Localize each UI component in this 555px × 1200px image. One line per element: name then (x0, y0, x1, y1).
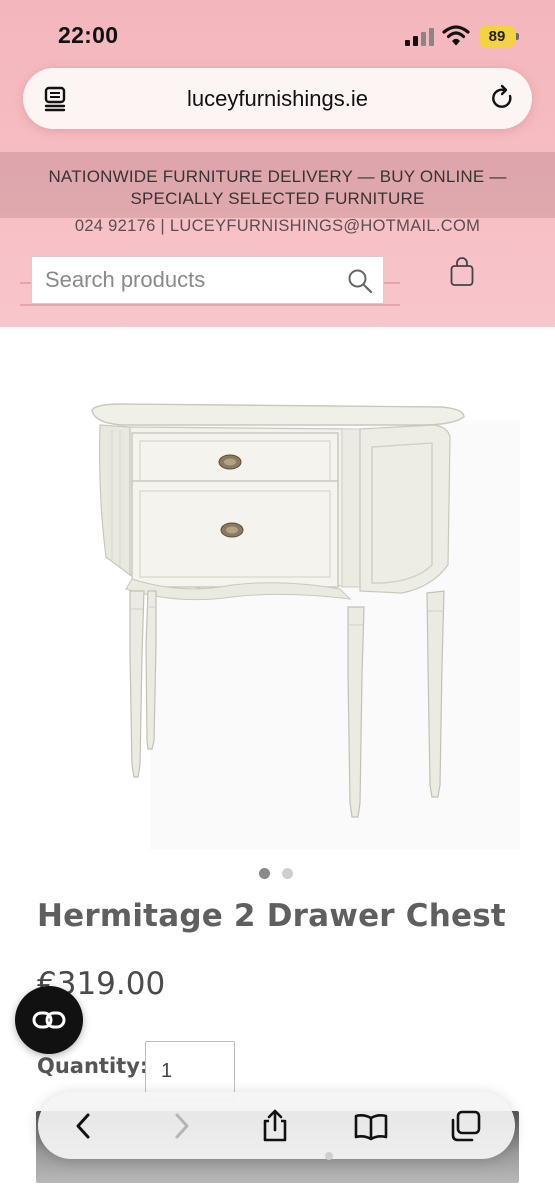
reader-icon[interactable] (43, 85, 69, 113)
carousel-dot-active[interactable] (259, 868, 270, 879)
wifi-icon (442, 25, 470, 46)
search-icon[interactable] (347, 268, 373, 294)
shopping-bag-icon[interactable] (449, 257, 475, 287)
carousel-dot[interactable] (282, 868, 293, 879)
status-time: 22:00 (58, 22, 119, 48)
battery-indicator: 89 (479, 26, 515, 47)
tabs-icon[interactable] (448, 1108, 484, 1144)
contact-info[interactable]: 024 92176 | LUCEYFURNISHINGS@HOTMAIL.COM (0, 217, 555, 236)
forward-icon[interactable] (163, 1108, 199, 1144)
battery-cap (516, 33, 519, 40)
reload-icon[interactable] (490, 84, 516, 112)
link-icon (32, 1011, 66, 1029)
image-carousel-dots (259, 868, 299, 880)
back-icon[interactable] (66, 1108, 102, 1144)
browser-toolbar (38, 1092, 515, 1159)
product-title: Hermitage 2 Drawer Chest (37, 898, 506, 934)
status-bar: 22:00 89 (0, 0, 555, 70)
quantity-label: Quantity: (37, 1054, 149, 1078)
bookmarks-icon[interactable] (353, 1108, 389, 1144)
search-box[interactable] (31, 256, 384, 304)
home-indicator (325, 1152, 333, 1160)
promo-banner-text: NATIONWIDE FURNITURE DELIVERY — BUY ONLI… (48, 167, 507, 208)
address-bar[interactable]: lucey­furnishings.ie (23, 68, 532, 129)
floating-link-button[interactable] (15, 986, 83, 1054)
quantity-value[interactable]: 1 (161, 1060, 172, 1083)
search-input[interactable] (45, 257, 335, 303)
product-image[interactable] (82, 385, 478, 835)
share-icon[interactable] (257, 1108, 293, 1144)
url-text[interactable]: lucey­furnishings.ie (83, 86, 472, 112)
cellular-signal-icon (405, 28, 435, 46)
